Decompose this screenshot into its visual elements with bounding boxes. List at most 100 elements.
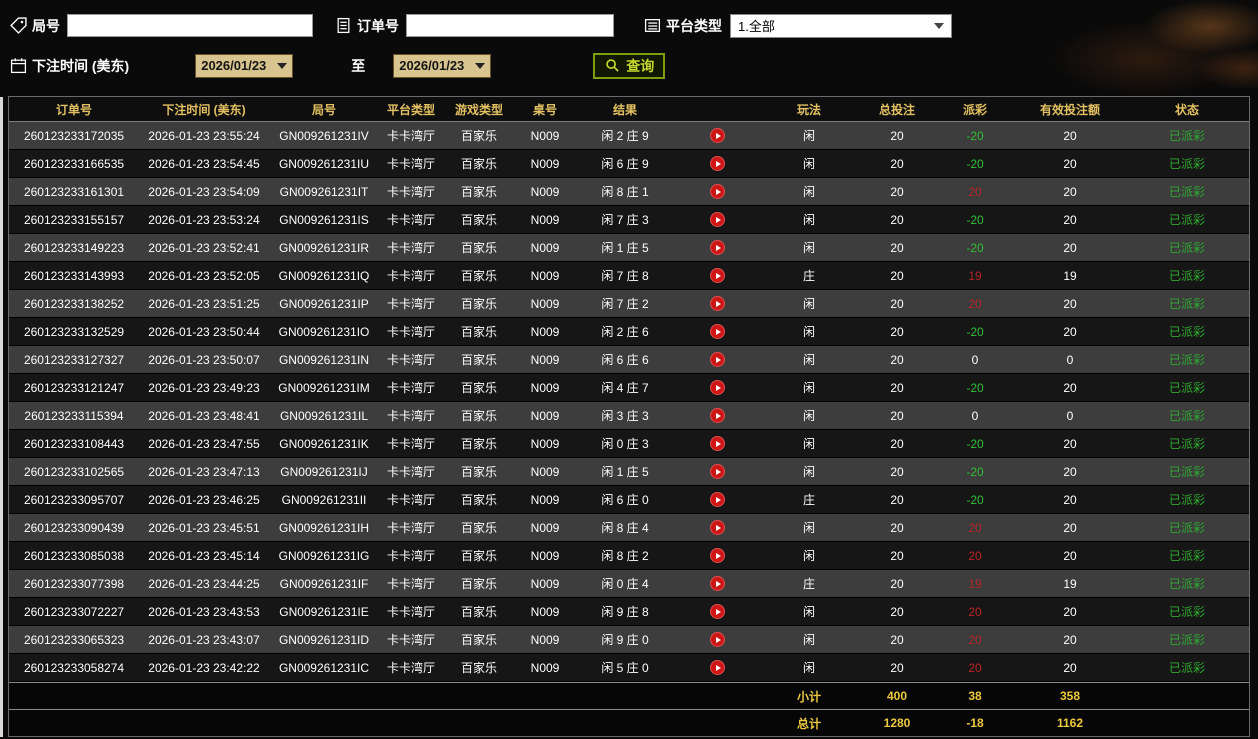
result-cell: 闲 6 庄 6 — [601, 353, 649, 367]
result-cell: 闲 8 庄 4 — [601, 521, 649, 535]
order-id-cell: 260123233077398 — [23, 576, 125, 591]
order-no-input[interactable] — [406, 14, 614, 37]
game-type-cell: 百家乐 — [460, 465, 497, 479]
status-badge: 已派彩 — [1168, 185, 1205, 199]
play-type-cell: 闲 — [802, 325, 815, 339]
video-cell — [675, 212, 759, 228]
result-cell: 闲 5 庄 0 — [601, 661, 649, 675]
date-to-picker[interactable]: 2026/01/23 — [393, 53, 492, 78]
result-cell: 闲 7 庄 3 — [601, 213, 649, 227]
video-cell — [675, 380, 759, 396]
total-bet-cell: 20 — [890, 268, 904, 283]
result-cell: 闲 8 庄 1 — [601, 185, 649, 199]
payout-cell: 20 — [968, 548, 982, 563]
valid-bet-cell: 20 — [1063, 212, 1077, 227]
play-video-button[interactable] — [709, 296, 725, 312]
play-icon — [715, 300, 721, 307]
play-video-button[interactable] — [709, 380, 725, 396]
order-id-cell: 260123233115394 — [24, 408, 124, 423]
play-icon — [715, 636, 721, 643]
play-icon — [715, 188, 721, 195]
status-badge: 已派彩 — [1168, 493, 1205, 507]
play-video-button[interactable] — [709, 576, 725, 592]
play-video-button[interactable] — [709, 128, 725, 144]
video-cell — [675, 632, 759, 648]
game-type-cell: 百家乐 — [460, 381, 497, 395]
game-type-cell: 百家乐 — [460, 605, 497, 619]
play-video-button[interactable] — [709, 352, 725, 368]
table-no-cell: N009 — [530, 240, 560, 255]
play-video-button[interactable] — [709, 184, 725, 200]
bet-time-cell: 2026-01-23 23:50:07 — [148, 352, 260, 367]
play-video-button[interactable] — [709, 632, 725, 648]
game-type-cell: 百家乐 — [460, 493, 497, 507]
table-row: 260123233166535 2026-01-23 23:54:45 GN00… — [9, 150, 1249, 178]
result-cell: 闲 9 庄 0 — [601, 633, 649, 647]
play-video-button[interactable] — [709, 464, 725, 480]
order-id-cell: 260123233085038 — [23, 548, 125, 563]
status-badge: 已派彩 — [1168, 353, 1205, 367]
game-type-cell: 百家乐 — [460, 185, 497, 199]
table-row: 260123233108443 2026-01-23 23:47:55 GN00… — [9, 430, 1249, 458]
game-type-cell: 百家乐 — [460, 409, 497, 423]
play-video-button[interactable] — [709, 520, 725, 536]
play-type-cell: 闲 — [802, 353, 815, 367]
play-icon — [715, 412, 721, 419]
table-no-cell: N009 — [530, 128, 560, 143]
game-type-cell: 百家乐 — [460, 353, 497, 367]
valid-bet-cell: 20 — [1063, 296, 1077, 311]
platform-cell: 卡卡湾厅 — [386, 157, 435, 171]
play-video-button[interactable] — [709, 548, 725, 564]
grand-total-valid-bet: 1162 — [1056, 716, 1084, 730]
bet-time-cell: 2026-01-23 23:53:24 — [148, 212, 260, 227]
bet-time-cell: 2026-01-23 23:43:53 — [148, 604, 260, 619]
play-video-button[interactable] — [709, 492, 725, 508]
filter-row-1: 局号 订单号 平台类型 1.全部 — [10, 12, 1248, 39]
play-video-button[interactable] — [709, 324, 725, 340]
play-video-button[interactable] — [709, 212, 725, 228]
col-header-valid-bet: 有效投注额 — [1039, 102, 1100, 117]
game-type-cell: 百家乐 — [460, 297, 497, 311]
payout-cell: -20 — [966, 240, 984, 255]
play-video-button[interactable] — [709, 268, 725, 284]
query-button[interactable]: 查询 — [593, 52, 666, 79]
status-badge: 已派彩 — [1168, 605, 1205, 619]
table-row: 260123233115394 2026-01-23 23:48:41 GN00… — [9, 402, 1249, 430]
filter-bar: 局号 订单号 平台类型 1.全部 下注时间 (美东) 2026/01/23 至 … — [0, 0, 1258, 96]
table-row: 260123233138252 2026-01-23 23:51:25 GN00… — [9, 290, 1249, 318]
platform-cell: 卡卡湾厅 — [386, 605, 435, 619]
order-id-cell: 260123233102565 — [23, 464, 125, 479]
bet-time-cell: 2026-01-23 23:47:13 — [148, 464, 260, 479]
col-header-order-no: 订单号 — [55, 102, 92, 117]
game-type-cell: 百家乐 — [460, 577, 497, 591]
play-icon — [715, 608, 721, 615]
status-badge: 已派彩 — [1168, 521, 1205, 535]
bet-time-cell: 2026-01-23 23:52:05 — [148, 268, 260, 283]
payout-cell: 19 — [968, 268, 982, 283]
round-id-cell: GN009261231IM — [278, 380, 370, 395]
table-row: 260123233095707 2026-01-23 23:46:25 GN00… — [9, 486, 1249, 514]
play-video-button[interactable] — [709, 240, 725, 256]
round-id-cell: GN009261231IQ — [278, 268, 370, 283]
play-video-button[interactable] — [709, 660, 725, 676]
round-no-input[interactable] — [67, 14, 313, 37]
table-no-cell: N009 — [530, 352, 560, 367]
bet-time-cell: 2026-01-23 23:54:09 — [148, 184, 260, 199]
date-range-to-label: 至 — [351, 57, 366, 74]
play-type-cell: 闲 — [802, 633, 815, 647]
date-from-picker[interactable]: 2026/01/23 — [195, 53, 294, 78]
video-cell — [675, 408, 759, 424]
play-video-button[interactable] — [709, 408, 725, 424]
game-type-cell: 百家乐 — [460, 129, 497, 143]
payout-cell: 20 — [968, 660, 982, 675]
platform-type-select[interactable]: 1.全部 — [730, 13, 952, 38]
col-header-result: 结果 — [612, 102, 637, 117]
play-type-cell: 闲 — [802, 409, 815, 423]
game-type-cell: 百家乐 — [460, 521, 497, 535]
payout-cell: -20 — [966, 464, 984, 479]
play-video-button[interactable] — [709, 604, 725, 620]
grand-total-label: 总计 — [796, 716, 821, 731]
table-no-cell: N009 — [530, 492, 560, 507]
play-video-button[interactable] — [709, 156, 725, 172]
play-video-button[interactable] — [709, 436, 725, 452]
